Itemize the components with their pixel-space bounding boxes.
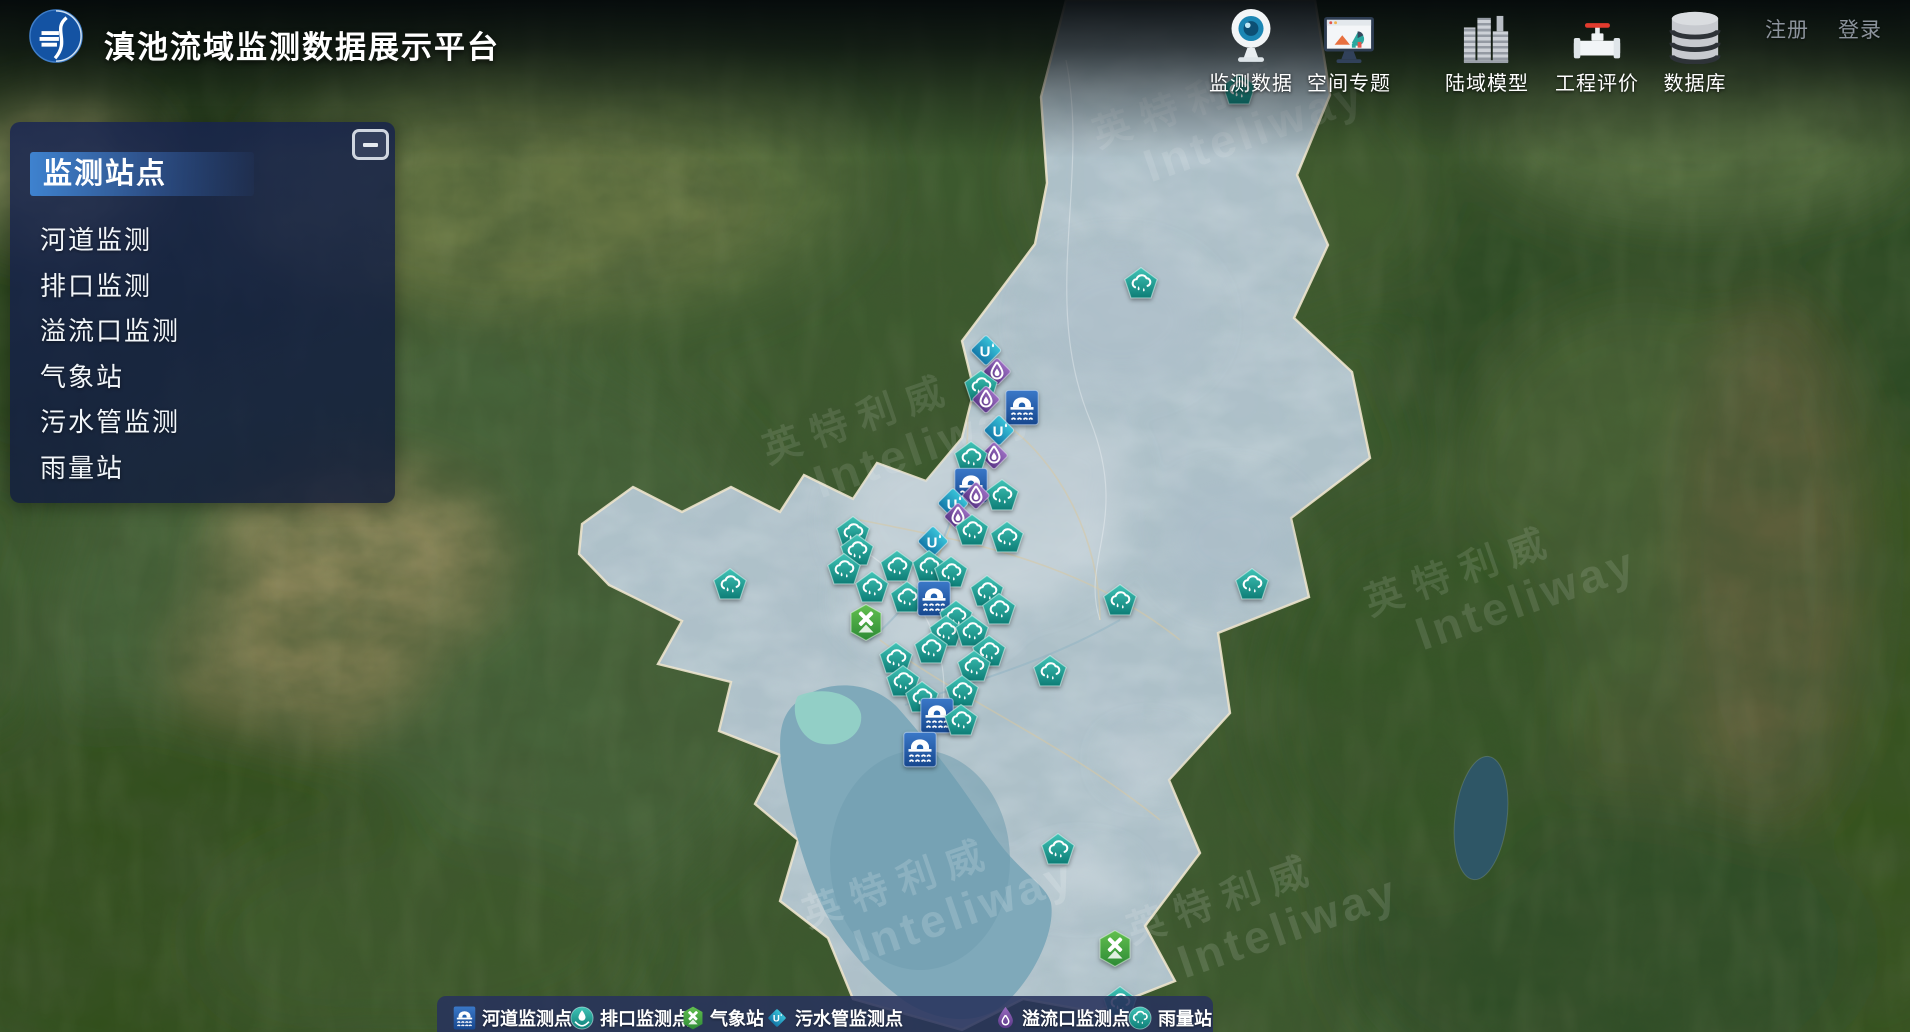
map-marker-rain[interactable] — [1235, 568, 1269, 600]
platform-logo[interactable] — [28, 8, 84, 64]
valve-icon — [1572, 4, 1622, 64]
map-marker-rain[interactable] — [1124, 267, 1158, 299]
minimize-icon — [363, 143, 378, 147]
nav-item-label: 陆域模型 — [1445, 67, 1529, 96]
nav-item-label: 工程评价 — [1555, 67, 1639, 96]
database-icon — [1668, 4, 1722, 64]
legend-item-overflow: 溢流口监测点 — [995, 1005, 1130, 1031]
sidebar-item-sewage[interactable]: 污水管监测 — [40, 400, 180, 446]
auth-link-register[interactable]: 注册 — [1765, 14, 1809, 44]
map-marker-weather[interactable] — [849, 603, 883, 641]
outlet-legend-icon — [570, 1006, 594, 1030]
legend-item-weather: 气象站 — [682, 1005, 764, 1031]
legend-item-sewage: U 污水管监测点 — [765, 1005, 903, 1031]
map-marker-rain[interactable] — [1033, 655, 1067, 687]
sidebar-item-outlet[interactable]: 排口监测 — [40, 264, 180, 310]
legend-item-outlet: 排口监测点 — [570, 1005, 690, 1031]
sewage-legend-icon: U — [765, 1006, 789, 1030]
monitoring-stations-panel: 监测站点 河道监测排口监测溢流口监测气象站污水管监测雨量站 — [10, 122, 395, 503]
overflow-legend-icon — [995, 1006, 1016, 1030]
river-legend-icon — [453, 1006, 476, 1030]
app-header: 滇池流域监测数据展示平台 监测数据空间专题 陆域模型工程评价数据库 注册登录 — [0, 0, 1910, 100]
collapse-panel-button[interactable] — [352, 129, 389, 160]
monitor-chart-icon — [1323, 4, 1375, 64]
app-screen: 英特利威Inteliway英特利威Inteliway英特利威Inteliway英… — [0, 0, 1910, 1032]
legend-label: 排口监测点 — [600, 1005, 690, 1031]
map-marker-rain[interactable] — [955, 514, 989, 546]
map-marker-rain[interactable] — [990, 521, 1024, 553]
weather-legend-icon — [682, 1006, 704, 1030]
nav-item-database[interactable]: 数据库 — [1630, 4, 1760, 96]
legend-label: 溢流口监测点 — [1022, 1005, 1130, 1031]
map-marker-rain[interactable] — [1103, 584, 1137, 616]
panel-title: 监测站点 — [30, 152, 254, 196]
station-menu: 河道监测排口监测溢流口监测气象站污水管监测雨量站 — [40, 218, 180, 491]
webcam-icon — [1225, 4, 1277, 64]
map-marker-rain[interactable] — [944, 704, 978, 736]
legend-item-river: 河道监测点 — [453, 1005, 572, 1031]
map-marker-river[interactable] — [903, 732, 937, 768]
auth-link-login[interactable]: 登录 — [1838, 14, 1882, 44]
nav-item-spatial-topics[interactable]: 空间专题 — [1284, 4, 1414, 96]
map-marker-weather[interactable] — [1098, 929, 1132, 967]
page-title: 滇池流域监测数据展示平台 — [104, 22, 500, 67]
map-marker-rain[interactable] — [713, 568, 747, 600]
map-legend: 河道监测点 排口监测点气象站 U 污水管监测点 溢流口监测点 雨量站 — [437, 996, 1213, 1032]
map-marker-rain[interactable] — [1041, 833, 1075, 865]
rain-legend-icon — [1128, 1006, 1152, 1030]
sidebar-item-rain[interactable]: 雨量站 — [40, 446, 180, 492]
nav-item-label: 空间专题 — [1307, 67, 1391, 96]
nav-item-label: 监测数据 — [1209, 67, 1293, 96]
sidebar-item-weather[interactable]: 气象站 — [40, 355, 180, 401]
legend-label: 河道监测点 — [482, 1005, 572, 1031]
buildings-icon — [1462, 4, 1512, 64]
logo-icon — [28, 8, 84, 64]
legend-label: 气象站 — [710, 1005, 764, 1031]
legend-label: 污水管监测点 — [795, 1005, 903, 1031]
svg-text:U: U — [773, 1014, 780, 1025]
nav-item-label: 数据库 — [1664, 67, 1727, 96]
legend-label: 雨量站 — [1158, 1005, 1212, 1031]
sidebar-item-river[interactable]: 河道监测 — [40, 218, 180, 264]
map-marker-rain[interactable] — [914, 632, 948, 664]
map-marker-rain[interactable] — [855, 571, 889, 603]
legend-item-rain: 雨量站 — [1128, 1005, 1212, 1031]
sidebar-item-overflow[interactable]: 溢流口监测 — [40, 309, 180, 355]
